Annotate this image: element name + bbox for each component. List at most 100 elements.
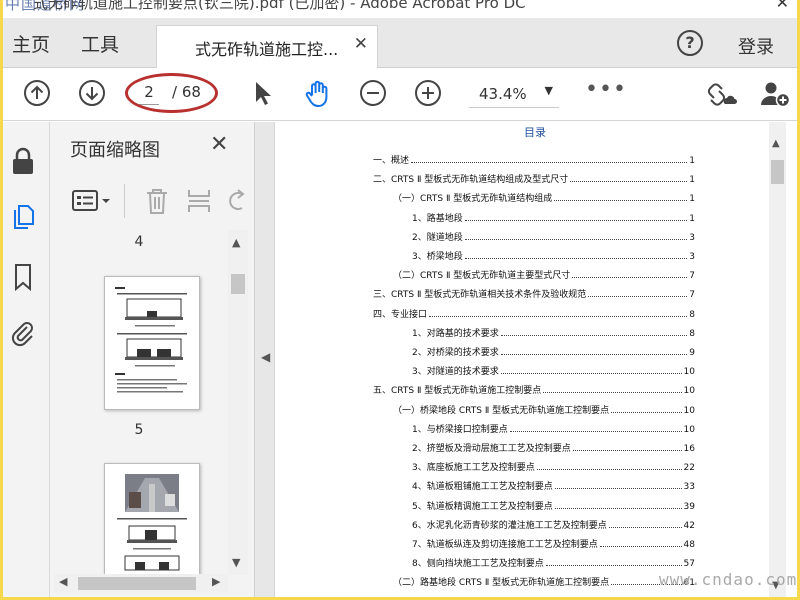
tab-home[interactable]: 主页 — [12, 30, 50, 57]
toc-entry-text: 2、对桥梁的技术要求 — [412, 348, 499, 358]
toc-leader-dots — [572, 450, 682, 451]
toc-entry[interactable]: 4、轨道板粗铺施工工艺及控制要点 33 — [412, 478, 695, 492]
toc-entry[interactable]: 3、桥梁地段 3 — [412, 248, 695, 262]
thumbnail-page[interactable] — [104, 276, 200, 410]
toc-leader-dots — [500, 373, 682, 375]
select-cursor-icon[interactable] — [252, 79, 274, 111]
lock-icon[interactable] — [10, 146, 36, 180]
login-button[interactable]: 登录 — [738, 33, 774, 59]
toc-entry-page: 7 — [689, 290, 695, 301]
insert-page-icon[interactable] — [186, 187, 212, 219]
toc-entry[interactable]: （一）CRTS Ⅱ 型板式无砟轨道结构组成 1 — [393, 190, 695, 204]
toc-entry[interactable]: 2、对桥梁的技术要求 9 — [412, 344, 695, 358]
toc-leader-dots — [588, 296, 688, 298]
toc-entry[interactable]: 1、对路基的技术要求 8 — [412, 325, 695, 339]
toc-entry-page: 10 — [683, 386, 695, 397]
toc-entry-text: 3、底座板施工工艺及控制要点 — [412, 463, 535, 474]
panel-toolbar — [50, 182, 255, 220]
hand-tool-icon[interactable] — [303, 79, 333, 113]
toc-entry[interactable]: （二）路基地段 CRTS Ⅱ 型板式无砟轨道施工控制要点 61 — [393, 574, 695, 588]
toc-entry-page: 48 — [683, 540, 695, 550]
toc-leader-dots — [509, 430, 682, 432]
scroll-right-icon[interactable]: ▶ — [212, 575, 220, 588]
toc-entry-page: 22 — [683, 463, 695, 474]
scroll-up-icon[interactable]: ▲ — [232, 236, 240, 249]
delete-page-icon[interactable] — [144, 187, 170, 219]
toc-entry-text: 四、专业接口 — [373, 309, 428, 320]
toc-entry[interactable]: 8、侧向挡块施工工艺及控制要点 57 — [412, 555, 695, 569]
window-close-button[interactable]: ✕ — [776, 0, 789, 11]
tab-document[interactable]: 式无砟轨道施工控... ✕ — [156, 25, 378, 68]
scrollbar-thumb[interactable] — [771, 160, 784, 184]
toc-entry-text: （二）路基地段 CRTS Ⅱ 型板式无砟轨道施工控制要点 — [393, 578, 610, 589]
document-tab-close-button[interactable]: ✕ — [354, 34, 368, 54]
toc-entry[interactable]: 二、CRTS Ⅱ 型板式无砟轨道结构组成及型式尺寸 1 — [373, 171, 695, 185]
toc-entry-text: 五、CRTS Ⅱ 型板式无砟轨道施工控制要点 — [373, 386, 542, 397]
scroll-down-icon[interactable]: ▼ — [232, 556, 240, 569]
rotate-page-icon[interactable] — [226, 187, 246, 219]
zoom-in-icon[interactable] — [414, 79, 442, 111]
document-vertical-scrollbar[interactable]: ▲ ▼ — [769, 122, 786, 597]
thumbnail-list[interactable]: 4 5 — [50, 230, 228, 575]
document-viewer[interactable]: 目录 一、概述 1 二、CRTS Ⅱ 型板式无砟轨道结构组成及型式尺寸 1 （一）CRT… — [275, 122, 797, 597]
toc-entry[interactable]: 2、挤塑板及滑动层施工工艺及控制要点 16 — [412, 440, 695, 454]
toc-leader-dots — [464, 219, 688, 221]
zoom-out-icon[interactable] — [359, 79, 387, 111]
bookmarks-icon[interactable] — [10, 262, 36, 296]
thumbnail-horizontal-scrollbar[interactable]: ◀ ▶ — [54, 574, 228, 592]
acrobat-window: 中国道桥网 式无砟轨道施工控制要点(钦三院).pdf (已加密) - Adobe… — [3, 0, 797, 597]
toc-entry-text: （一）CRTS Ⅱ 型板式无砟轨道结构组成 — [393, 194, 553, 205]
toc-leader-dots — [554, 200, 688, 202]
toc-entry[interactable]: 1、路基地段 1 — [412, 210, 695, 224]
attachments-icon[interactable] — [10, 318, 36, 352]
zoom-level-dropdown[interactable]: 43.4% ▼ — [469, 82, 559, 108]
toc-entry[interactable]: 7、轨道板纵连及剪切连接施工工艺及控制要点 48 — [412, 536, 695, 550]
next-page-icon[interactable] — [78, 79, 106, 111]
toc-leader-dots — [570, 181, 688, 183]
toc-entry[interactable]: 5、轨道板精调施工工艺及控制要点 39 — [412, 498, 695, 512]
toc-entry[interactable]: 3、对隧道的技术要求 10 — [412, 363, 695, 377]
collapse-panel-icon[interactable]: ◀ — [261, 350, 270, 364]
toc-entry-text: 一、概述 — [373, 156, 410, 166]
previous-page-icon[interactable] — [23, 79, 51, 111]
scroll-up-icon[interactable]: ▲ — [772, 138, 780, 149]
toc-entry[interactable]: 一、概述 1 — [373, 152, 695, 166]
thumbnail-vertical-scrollbar[interactable]: ▲ ▼ — [228, 230, 248, 575]
toc-entry-page: 10 — [683, 367, 695, 378]
tab-bar: 主页 工具 式无砟轨道施工控... ✕ ? 登录 — [3, 18, 797, 68]
site-watermark: www.cndao.com — [659, 570, 797, 589]
divider — [124, 184, 125, 218]
scrollbar-thumb[interactable] — [78, 577, 196, 590]
thumbnail-page-number: 4 — [134, 234, 144, 250]
toc-entry-page: 9 — [689, 348, 695, 358]
toc-entry[interactable]: 1、与桥梁接口控制要点 10 — [412, 421, 695, 435]
help-icon[interactable]: ? — [677, 30, 703, 56]
left-tool-rail — [3, 122, 50, 597]
thumbnail-page[interactable] — [104, 463, 200, 575]
toc-entry[interactable]: 四、专业接口 8 — [373, 306, 695, 320]
add-user-icon[interactable] — [759, 79, 791, 113]
title-bar: 中国道桥网 式无砟轨道施工控制要点(钦三院).pdf (已加密) - Adobe… — [3, 0, 797, 18]
scroll-left-icon[interactable]: ◀ — [59, 575, 67, 588]
panel-close-button[interactable]: ✕ — [210, 132, 228, 157]
toc-entry[interactable]: 3、底座板施工工艺及控制要点 22 — [412, 459, 695, 473]
options-menu-icon[interactable] — [72, 188, 114, 218]
toc-entry[interactable]: 五、CRTS Ⅱ 型板式无砟轨道施工控制要点 10 — [373, 382, 695, 396]
toc-entry-text: （一）桥梁地段 CRTS Ⅱ 型板式无砟轨道施工控制要点 — [393, 405, 610, 416]
page-thumbnails-icon[interactable] — [10, 202, 36, 236]
toc-entry[interactable]: 6、水泥乳化沥青砂浆的灌注施工工艺及控制要点 42 — [412, 517, 695, 531]
panel-collapse-strip[interactable]: ◀ — [255, 122, 275, 597]
toc-entry[interactable]: （一）桥梁地段 CRTS Ⅱ 型板式无砟轨道施工控制要点 10 — [393, 402, 695, 416]
toc-entry-page: 39 — [683, 501, 695, 512]
toc-entry[interactable]: 2、隧道地段 3 — [412, 229, 695, 243]
toc-entry[interactable]: （二）CRTS Ⅱ 型板式无砟轨道主要型式尺寸 7 — [393, 267, 695, 281]
toc-entry-page: 33 — [683, 482, 695, 493]
share-link-icon[interactable] — [705, 79, 737, 113]
more-tools-icon[interactable]: ••• — [585, 77, 627, 102]
toc-entry[interactable]: 三、CRTS Ⅱ 型板式无砟轨道相关技术条件及验收规范 7 — [373, 286, 695, 300]
toc-entry-page: 42 — [683, 520, 695, 531]
scrollbar-thumb[interactable] — [231, 274, 245, 294]
tab-tools[interactable]: 工具 — [81, 30, 119, 57]
toc-leader-dots — [554, 488, 682, 490]
toc-entry-text: 1、与桥梁接口控制要点 — [412, 424, 508, 435]
